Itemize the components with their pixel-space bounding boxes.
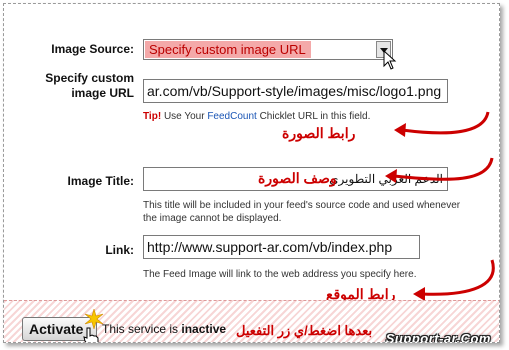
link-label: Link: <box>105 243 134 257</box>
title-help-line2: the image cannot be displayed. <box>143 213 282 224</box>
feedcount-link[interactable]: FeedCount <box>207 111 256 122</box>
annotation-arrow-3 <box>413 259 495 301</box>
annotation-arrow-2 <box>385 157 494 183</box>
status-prefix: This service is <box>102 322 179 336</box>
annotation-image-desc: وصف الصورة <box>258 170 337 186</box>
custom-url-label-line1: Specify custom <box>45 71 134 85</box>
hand-pointer-icon <box>83 327 99 342</box>
tip-text-1: Use Your <box>163 111 205 122</box>
image-title-label: Image Title: <box>67 174 134 188</box>
tip-line: Tip! Use Your FeedCount Chicklet URL in … <box>143 110 370 123</box>
mouse-cursor-icon <box>383 50 397 70</box>
activation-bar: Activate This service is inactive بعدها … <box>4 300 499 343</box>
starburst-icon <box>84 309 104 329</box>
status-value: inactive <box>181 322 227 336</box>
image-source-label: Image Source: <box>51 42 134 56</box>
tip-text-2: Chicklet URL in this field. <box>259 111 371 122</box>
image-source-selected-value: Specify custom image URL <box>145 41 311 58</box>
annotation-arrow-1 <box>394 111 490 137</box>
link-url-input[interactable]: http://www.support-ar.com/vb/index.php <box>143 235 420 259</box>
watermark: Support-ar.Com <box>385 331 491 343</box>
annotation-activate-hint: بعدها اضغط/ي زر التفعيل <box>236 323 373 338</box>
link-help-text: The Feed Image will link to the web addr… <box>143 269 417 280</box>
tip-label: Tip! <box>143 111 162 122</box>
service-status-text: This service is inactive <box>102 322 226 336</box>
annotation-image-url: رابط الصورة <box>282 125 356 141</box>
title-help-text: This title will be included in your feed… <box>143 199 460 225</box>
image-source-select[interactable]: Specify custom image URL <box>143 39 393 60</box>
feed-image-settings-panel: Image Source: Specify custom image URL S… <box>3 3 500 343</box>
title-help-line1: This title will be included in your feed… <box>143 200 461 211</box>
custom-url-label: Specify custom image URL <box>28 71 134 101</box>
custom-image-url-input[interactable]: ar.com/vb/Support-style/images/misc/logo… <box>143 79 448 103</box>
custom-url-label-line2: image URL <box>71 86 134 100</box>
